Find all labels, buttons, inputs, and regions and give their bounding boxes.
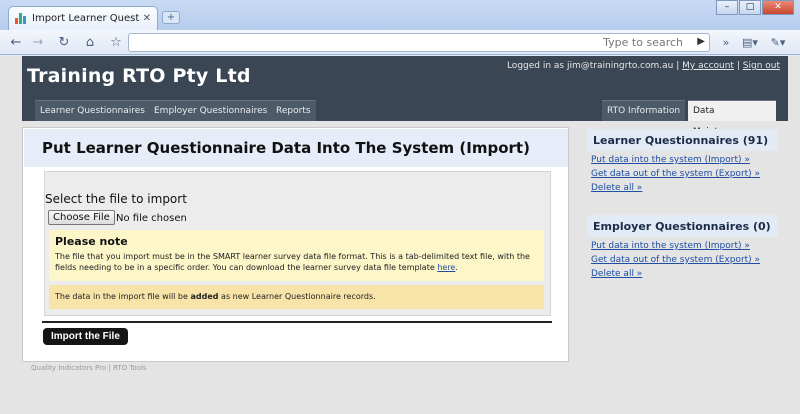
sign-out-link[interactable]: Sign out [743, 61, 780, 71]
added-text-bold: added [190, 292, 219, 301]
list-item: Put data into the system (Import) » [591, 153, 774, 167]
no-file-chosen-text: No file chosen [116, 213, 187, 224]
browser-titlebar: Import Learner Questionna… ✕ + – □ ✕ [0, 0, 800, 30]
my-account-link[interactable]: My account [682, 61, 734, 71]
tab-learner-questionnaires[interactable]: Learner Questionnaires [35, 100, 150, 121]
tab-reports[interactable]: Reports [271, 100, 316, 121]
added-text-post: as new Learner Questionnaire records. [218, 292, 376, 301]
sidebar-employer-questionnaires: Employer Questionnaires (0) Put data int… [587, 215, 778, 283]
tab-close-icon[interactable]: ✕ [143, 13, 151, 24]
list-item: Get data out of the system (Export) » [591, 253, 774, 267]
list-item: Delete all » [591, 267, 774, 281]
import-file-button[interactable]: Import the File [43, 328, 128, 345]
tab-employer-questionnaires[interactable]: Employer Questionnaires [149, 100, 273, 121]
go-icon[interactable]: ▶ [697, 36, 705, 47]
employer-export-link[interactable]: Get data out of the system (Export) » [591, 255, 760, 265]
list-item: Delete all » [591, 181, 774, 195]
note-heading: Please note [55, 235, 128, 248]
wrench-icon[interactable]: ✎▾ [766, 33, 790, 52]
omnibox-placeholder: Type to search [603, 36, 683, 49]
user-bar: Logged in as jim@trainingrto.com.au | My… [507, 61, 780, 71]
address-bar[interactable]: Type to search ▶ [128, 33, 710, 52]
list-item: Get data out of the system (Export) » [591, 167, 774, 181]
tab-rto-information[interactable]: RTO Information [602, 100, 686, 121]
sidebar-heading: Employer Questionnaires (0) [587, 215, 778, 237]
sidebar-link-list: Put data into the system (Import) » Get … [587, 151, 778, 197]
forward-icon[interactable]: → [28, 33, 48, 52]
separator: | [676, 61, 680, 71]
new-tab-button[interactable]: + [162, 11, 180, 24]
main-panel: Put Learner Questionnaire Data Into The … [22, 127, 569, 362]
main-nav: Learner Questionnaires Employer Question… [22, 100, 788, 137]
star-icon[interactable]: ☆ [106, 33, 126, 52]
browser-toolbar: ← → ↻ ⌂ ☆ Type to search ▶ » ▤▾ ✎▾ [0, 30, 800, 55]
site-logo[interactable]: Training RTO Pty Ltd [27, 65, 251, 87]
overflow-icon[interactable]: » [716, 33, 736, 52]
note-box: Please note The file that you import mus… [49, 230, 544, 281]
sidebar-heading: Learner Questionnaires (91) [587, 129, 778, 151]
note-body: The file that you import must be in the … [55, 252, 530, 272]
employer-delete-all-link[interactable]: Delete all » [591, 269, 642, 279]
separator: | [736, 61, 740, 71]
page-title: Put Learner Questionnaire Data Into The … [24, 129, 568, 167]
sidebar-learner-questionnaires: Learner Questionnaires (91) Put data int… [587, 129, 778, 197]
sidebar-link-list: Put data into the system (Import) » Get … [587, 237, 778, 283]
page-content: Training RTO Pty Ltd Logged in as jim@tr… [0, 56, 800, 414]
learner-import-link[interactable]: Put data into the system (Import) » [591, 155, 750, 165]
browser-tab-active[interactable]: Import Learner Questionna… ✕ [8, 6, 158, 30]
chart-favicon-icon [15, 13, 28, 24]
footer-text: Quality Indicators Pro | RTO Tools [31, 364, 147, 372]
tab-data-maintenance[interactable]: Data Maintenance [688, 100, 776, 137]
import-form: Select the file to import Choose File No… [44, 171, 551, 316]
learner-delete-all-link[interactable]: Delete all » [591, 183, 642, 193]
employer-import-link[interactable]: Put data into the system (Import) » [591, 241, 750, 251]
back-icon[interactable]: ← [6, 33, 26, 52]
tab-title: Import Learner Questionna… [32, 13, 139, 24]
logged-in-text: Logged in as jim@trainingrto.com.au [506, 61, 674, 71]
note-text: The file that you import must be in the … [55, 251, 538, 273]
learner-export-link[interactable]: Get data out of the system (Export) » [591, 169, 760, 179]
home-icon[interactable]: ⌂ [80, 33, 100, 52]
close-window-button[interactable]: ✕ [762, 0, 794, 15]
minimize-button[interactable]: – [716, 0, 738, 15]
page-menu-icon[interactable]: ▤▾ [738, 33, 762, 52]
reload-icon[interactable]: ↻ [54, 33, 74, 52]
template-download-link[interactable]: here [437, 263, 455, 272]
maximize-button[interactable]: □ [739, 0, 761, 15]
note-end: . [455, 263, 458, 272]
divider [42, 321, 552, 323]
window-controls: – □ ✕ [715, 0, 794, 15]
choose-file-button[interactable]: Choose File [48, 210, 115, 225]
list-item: Put data into the system (Import) » [591, 239, 774, 253]
select-file-heading: Select the file to import [45, 192, 187, 206]
added-text-pre: The data in the import file will be [55, 292, 191, 301]
added-notice: The data in the import file will be adde… [49, 285, 544, 309]
